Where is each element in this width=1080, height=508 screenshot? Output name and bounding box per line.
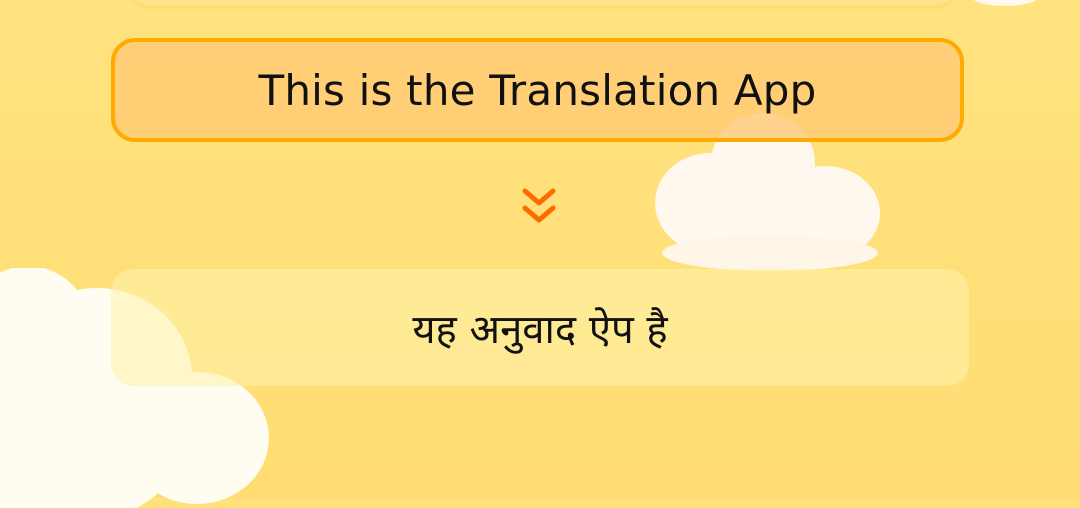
source-text-box[interactable]: This is the Translation App bbox=[111, 38, 964, 142]
top-right-cloud-fragment bbox=[968, 0, 1042, 12]
translated-text: यह अनुवाद ऐप है bbox=[412, 307, 668, 353]
source-text: This is the Translation App bbox=[258, 65, 817, 115]
double-chevron-down-icon bbox=[521, 185, 557, 229]
translation-result-box: यह अनुवाद ऐप है bbox=[111, 269, 969, 386]
previous-card-edge bbox=[128, 0, 958, 6]
